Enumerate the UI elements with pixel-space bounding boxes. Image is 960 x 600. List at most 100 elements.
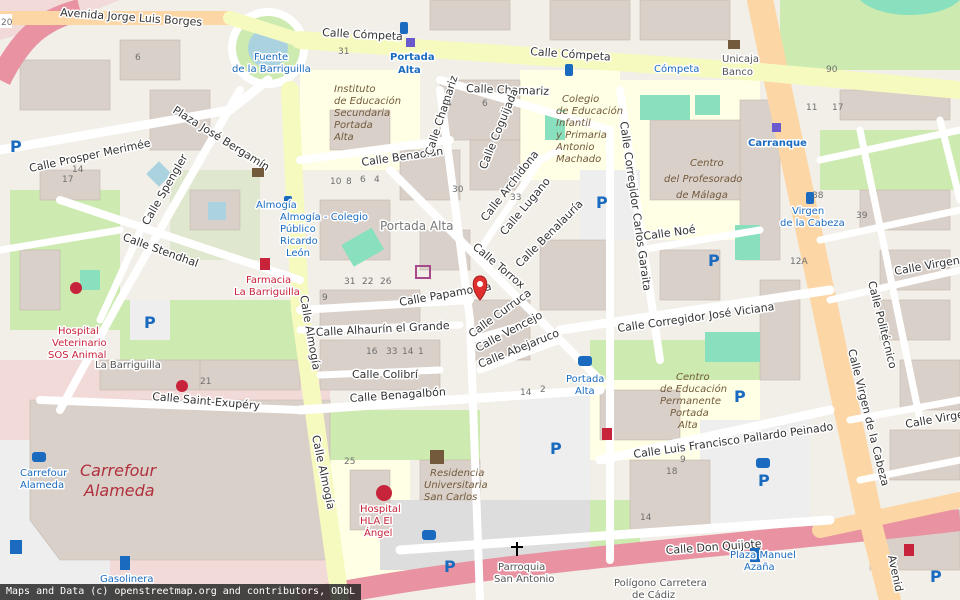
- label-poligono-2: de Cádiz: [632, 589, 675, 600]
- label-almogia-stop: Almogía: [256, 199, 297, 211]
- label-plaza-manuel-1: Plaza Manuel: [730, 550, 796, 561]
- label-instituto-1: Instituto: [334, 84, 376, 95]
- label-portada-alta-area: Portada Alta: [380, 219, 454, 233]
- label-hospital-hla-1: Hospital: [360, 504, 401, 515]
- house-number: 31: [338, 47, 349, 57]
- fountain-2: [208, 202, 226, 220]
- label-carrefour-big-1: Carrefour: [80, 461, 158, 480]
- label-colegio-2: de Educación: [556, 105, 623, 117]
- label-colegio-5: Antonio: [555, 142, 594, 153]
- label-hospital-vet-1: Hospital: [58, 326, 99, 337]
- house-number: 17: [62, 175, 73, 185]
- label-centro-prof-1: Centro: [690, 158, 724, 169]
- bus-station-icon: [406, 38, 415, 47]
- label-colegio-1: Colegio: [562, 94, 599, 105]
- label-hospital-vet-3: SOS Animal: [48, 350, 106, 361]
- taxi-icon-east: [756, 458, 770, 468]
- house-number: 1: [418, 347, 424, 357]
- church-icon: [516, 542, 518, 556]
- label-parroquia-2: San Antonio: [494, 574, 554, 585]
- label-centro-edu-1: Centro: [676, 372, 710, 383]
- label-instituto-3: Secundaria: [334, 108, 390, 119]
- vet-icon-2: [176, 380, 188, 392]
- house-number: 38: [812, 191, 824, 201]
- house-number: 33: [386, 347, 397, 357]
- label-portada-alta-stop2-2: Alta: [575, 386, 595, 397]
- map-pin-dot: [477, 281, 483, 287]
- label-portada-alta-stop-2: Alta: [398, 65, 421, 76]
- label-unicaja-2: Banco: [722, 67, 753, 78]
- label-ricardo-1: Almogía - Colegio: [280, 211, 368, 223]
- parking-icon-7: P: [444, 557, 456, 576]
- house-number: 31: [344, 277, 355, 287]
- label-ricardo-2: Público: [280, 223, 316, 235]
- label-virgen-stop-1: Virgen: [792, 206, 824, 217]
- map-attribution: Maps and Data (c) openstreetmap.org and …: [0, 584, 362, 600]
- house-number: 14: [520, 388, 532, 398]
- label-farmacia-1: Farmacia: [246, 275, 291, 286]
- label-hospital-hla-2: HLA El: [360, 516, 392, 527]
- label-hospital-hla-3: Ángel: [364, 526, 392, 539]
- hospital-icon: [376, 485, 392, 501]
- label-centro-prof-2: del Profesorado: [664, 174, 742, 185]
- charging-icon: [10, 540, 22, 554]
- label-instituto-5: Alta: [333, 132, 354, 143]
- house-number: 90: [826, 65, 838, 75]
- label-carranque: Carranque: [748, 138, 807, 149]
- house-number: 16: [366, 347, 378, 357]
- label-instituto-2: de Educación: [334, 95, 401, 107]
- church-icon-cross: [511, 546, 523, 548]
- label-virgen-stop-2: de la Cabeza: [780, 218, 845, 229]
- label-colegio-3: Infantil: [556, 118, 591, 129]
- label-colegio-6: Machado: [556, 154, 601, 165]
- house-number: 4: [374, 175, 380, 185]
- house-number: 18: [666, 467, 678, 477]
- house-number: 6: [135, 53, 141, 63]
- label-instituto-4: Portada: [334, 120, 373, 131]
- label-residencia-1: Residencia: [430, 468, 484, 479]
- pitch-3: [705, 332, 760, 362]
- parking-icon-3: P: [144, 313, 156, 332]
- label-residencia-3: San Carlos: [424, 492, 477, 503]
- vet-icon: [70, 282, 82, 294]
- label-centro-edu-2: de Educación: [660, 383, 727, 395]
- label-portada-alta-stop-1: Portada: [390, 52, 435, 63]
- house-number: 6: [360, 175, 366, 185]
- label-plaza-manuel-2: Azaña: [744, 562, 775, 573]
- map-canvas[interactable]: Portada Alta La Barriguilla Carrefour Al…: [0, 0, 960, 600]
- parking-icon-8: P: [10, 137, 22, 156]
- house-number: 25: [344, 457, 355, 467]
- house-number: 11: [806, 103, 817, 113]
- map-layer: Portada Alta La Barriguilla Carrefour Al…: [0, 0, 960, 600]
- post-office-icon: [252, 168, 264, 177]
- fuel-icon: [120, 556, 130, 570]
- pharmacy-icon-2: [602, 428, 612, 440]
- label-hospital-vet-2: Veterinario: [52, 338, 107, 349]
- label-centro-prof-3: de Málaga: [676, 189, 728, 201]
- parking-icon-5: P: [550, 439, 562, 458]
- pharmacy-icon: [260, 258, 270, 270]
- label-portada-alta-stop2-1: Portada: [566, 374, 604, 385]
- residencia-icon: [430, 450, 444, 464]
- house-number: 14: [402, 347, 414, 357]
- park-east: [820, 130, 960, 190]
- label-la-barriguilla: La Barriguilla: [95, 360, 161, 371]
- label-centro-edu-4: Portada: [670, 408, 709, 419]
- label-centro-edu-3: Permanente: [660, 396, 721, 407]
- label-fuente-1: Fuente: [254, 52, 288, 63]
- house-number: 9: [322, 293, 328, 303]
- label-ricardo-4: León: [286, 247, 310, 259]
- label-farmacia-2: La Barriguilla: [234, 287, 300, 298]
- bus-stop-icon-competa: [565, 64, 573, 76]
- bank-icon: [728, 40, 740, 49]
- house-number: 39: [856, 211, 868, 221]
- label-competa-stop: Cómpeta: [654, 63, 699, 75]
- label-colibri: Calle Colibrí: [352, 368, 419, 381]
- taxi-icon: [578, 356, 592, 366]
- house-number: 17: [832, 103, 843, 113]
- house-number: 12A: [790, 257, 808, 267]
- taxi-icon-carrefour: [32, 452, 46, 462]
- parking-icon-9: P: [930, 567, 942, 586]
- house-number: 21: [200, 377, 211, 387]
- taxi-icon-hospital: [422, 530, 436, 540]
